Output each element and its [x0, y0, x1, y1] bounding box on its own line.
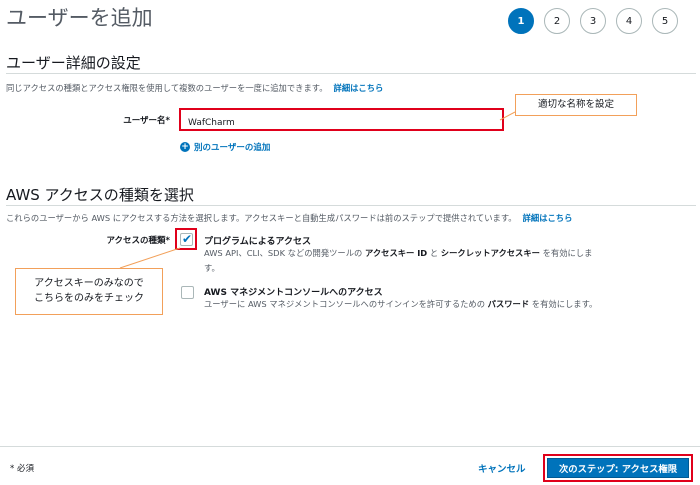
access-type-label: アクセスの種類* [106, 236, 170, 246]
username-input[interactable] [181, 113, 502, 133]
cancel-button[interactable]: キャンセル [478, 461, 526, 475]
page-title: ユーザーを追加 [6, 6, 153, 30]
add-user-button[interactable]: + 別のユーザーの追加 [180, 141, 270, 153]
console-access-description: ユーザーに AWS マネジメントコンソールへのサインインを許可するための パスワ… [204, 297, 599, 312]
details-description-text: 同じアクセスの種類とアクセス権限を使用して複数のユーザーを一度に追加できます。 [6, 83, 328, 93]
details-section-title: ユーザー詳細の設定 [6, 54, 141, 72]
access-section-title: AWS アクセスの種類を選択 [6, 186, 194, 204]
console-access-checkbox[interactable] [181, 286, 194, 299]
section-divider [6, 205, 696, 206]
checkmark-icon: ✔ [182, 232, 193, 246]
callout2-line2: こちらをのみをチェック [34, 293, 144, 304]
desc-text: を有効にします。 [531, 299, 598, 309]
desc-bold: シークレットアクセスキー [440, 248, 540, 258]
details-description: 同じアクセスの種類とアクセス権限を使用して複数のユーザーを一度に追加できます。詳… [6, 82, 383, 94]
programmatic-access-checkbox[interactable]: ✔ [180, 232, 193, 246]
step-5[interactable]: 5 [652, 8, 678, 34]
required-note: * 必須 [10, 464, 34, 474]
step-2[interactable]: 2 [544, 8, 570, 34]
annotation-callout-name: 適切な名称を設定 [515, 94, 637, 116]
username-label: ユーザー名* [123, 116, 170, 126]
access-learn-more-link[interactable]: 詳細はこちら [523, 213, 573, 223]
add-user-label: 別のユーザーの追加 [194, 143, 271, 153]
plus-circle-icon: + [180, 142, 190, 152]
details-learn-more-link[interactable]: 詳細はこちら [334, 83, 384, 93]
step-4[interactable]: 4 [616, 8, 642, 34]
step-indicator: 1 2 3 4 5 [508, 8, 678, 34]
desc-text: ユーザーに AWS マネジメントコンソールへのサインインを許可するための [204, 299, 486, 309]
next-button-highlight: 次のステップ: アクセス権限 [543, 454, 693, 482]
section-divider [6, 73, 696, 74]
username-field-highlight [179, 108, 504, 133]
annotation-callout-access: アクセスキーのみなので こちらをのみをチェック [15, 268, 163, 315]
access-description: これらのユーザーから AWS にアクセスする方法を選択します。アクセスキーと自動… [6, 212, 572, 224]
desc-text: AWS API、CLI、SDK などの開発ツールの [204, 248, 363, 258]
desc-bold: アクセスキー ID [364, 248, 428, 258]
callout2-line1: アクセスキーのみなので [34, 278, 144, 289]
callout2-connector [119, 247, 181, 269]
next-step-button[interactable]: 次のステップ: アクセス権限 [547, 458, 689, 478]
footer-divider [0, 446, 700, 447]
step-3[interactable]: 3 [580, 8, 606, 34]
desc-bold: パスワード [487, 299, 530, 309]
desc-text: と [429, 248, 439, 258]
step-1[interactable]: 1 [508, 8, 534, 34]
programmatic-access-description: AWS API、CLI、SDK などの開発ツールの アクセスキー ID と シー… [204, 246, 599, 276]
access-description-text: これらのユーザーから AWS にアクセスする方法を選択します。アクセスキーと自動… [6, 213, 517, 223]
